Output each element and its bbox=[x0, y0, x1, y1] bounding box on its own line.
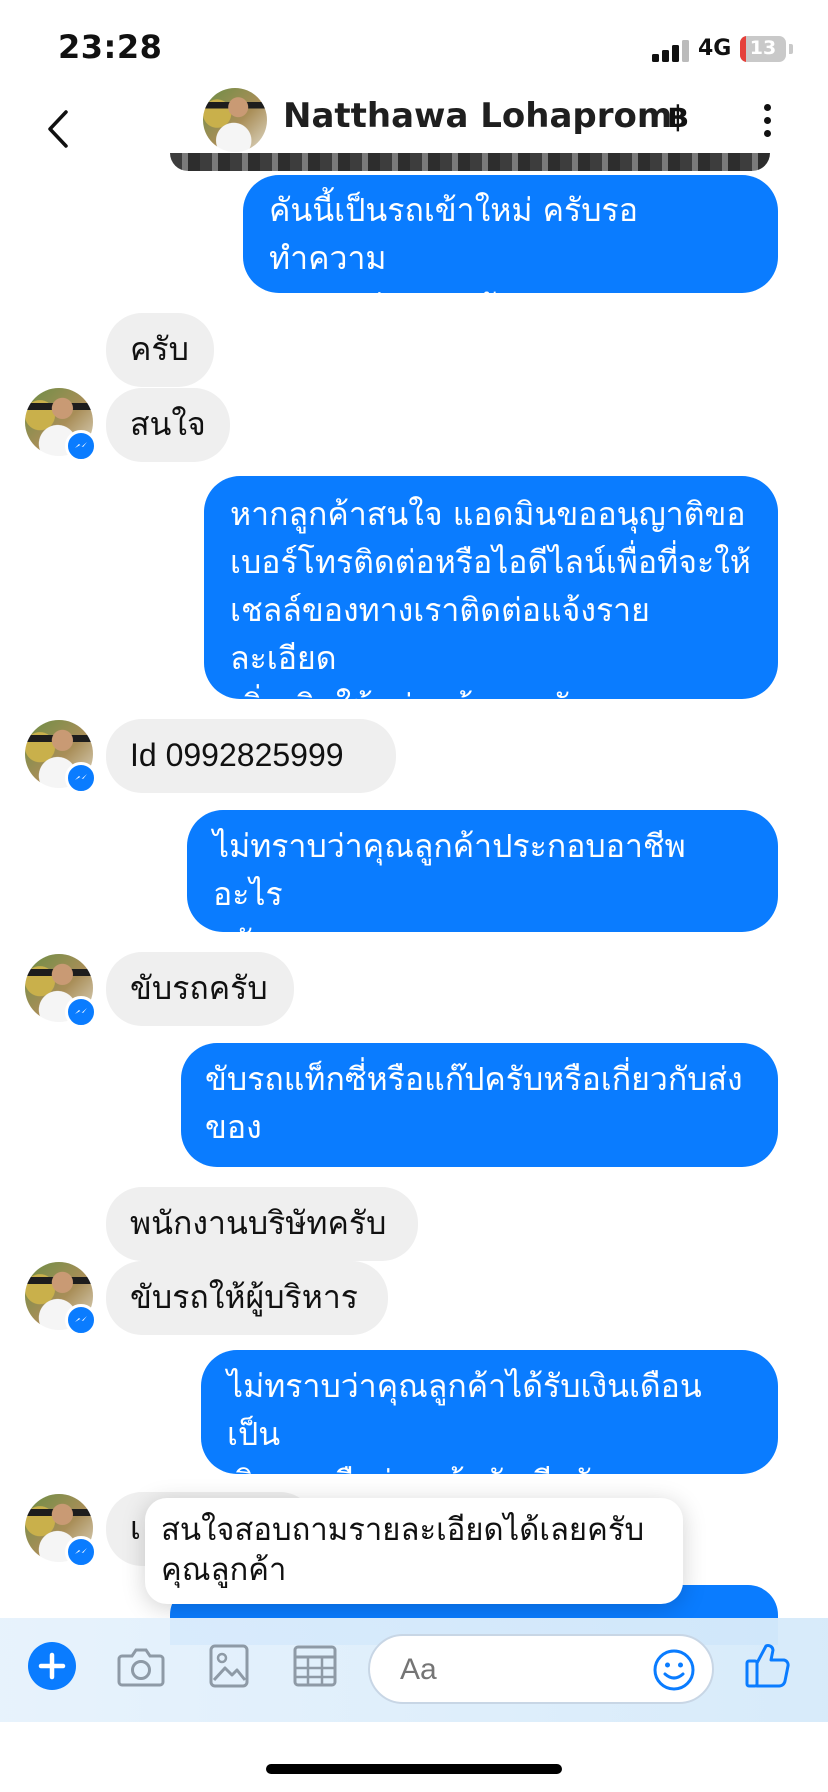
more-options-icon[interactable] bbox=[762, 104, 772, 138]
thumbs-up-icon[interactable] bbox=[744, 1640, 792, 1690]
messenger-badge-icon bbox=[65, 996, 97, 1028]
emoji-icon[interactable] bbox=[652, 1648, 696, 1692]
messenger-badge-icon bbox=[65, 762, 97, 794]
contact-name[interactable]: Natthawa Lohaprom bbox=[283, 96, 672, 136]
contact-avatar[interactable] bbox=[25, 388, 97, 462]
contact-avatar[interactable] bbox=[25, 1262, 97, 1336]
message-input-field[interactable] bbox=[368, 1634, 714, 1704]
battery-level: 13 bbox=[749, 37, 777, 59]
back-arrow-icon[interactable] bbox=[42, 104, 76, 154]
network-type: 4G bbox=[698, 36, 732, 61]
contact-avatar[interactable] bbox=[25, 720, 97, 794]
battery-icon: 13 bbox=[740, 36, 786, 62]
gallery-icon[interactable] bbox=[208, 1642, 250, 1690]
status-bar: 23:28 4G 13 bbox=[0, 0, 828, 88]
signal-strength-icon bbox=[652, 40, 690, 62]
message-input[interactable] bbox=[398, 1648, 652, 1692]
plus-icon[interactable] bbox=[28, 1642, 76, 1690]
message-bubble-incoming[interactable]: Id 0992825999 bbox=[106, 719, 396, 793]
message-bubble-outgoing[interactable]: คันนี้เป็นรถเข้าใหม่ ครับรอทำความ สะอาดถ… bbox=[243, 175, 778, 325]
message-bubble-outgoing[interactable]: หากลูกค้าสนใจ แอดมินขออนุญาติขอ เบอร์โทร… bbox=[204, 476, 778, 725]
status-time: 23:28 bbox=[58, 28, 163, 66]
home-indicator[interactable] bbox=[266, 1764, 562, 1774]
message-bubble-incoming[interactable]: ครับ bbox=[106, 313, 214, 387]
contact-avatar[interactable] bbox=[25, 954, 97, 1028]
message-bubble-outgoing[interactable]: ไม่ทราบว่าคุณลูกค้าได้รับเงินเดือนเป็น เ… bbox=[201, 1350, 778, 1501]
message-bubble-incoming[interactable]: พนักงานบริษัทครับ bbox=[106, 1187, 418, 1261]
contact-avatar[interactable] bbox=[203, 88, 267, 152]
messenger-badge-icon bbox=[65, 1304, 97, 1336]
messenger-badge-icon bbox=[65, 430, 97, 462]
message-bubble-outgoing[interactable]: ขับรถแท็กซี่หรือแก๊ปครับหรือเกี่ยวกับส่ง… bbox=[181, 1043, 778, 1167]
table-icon[interactable] bbox=[292, 1644, 338, 1688]
message-bubble-outgoing[interactable]: ไม่ทราบว่าคุณลูกค้าประกอบอาชีพอะไร ครับ bbox=[187, 810, 778, 961]
shared-photo-edge[interactable] bbox=[170, 153, 770, 171]
currency-icon[interactable]: ฿ bbox=[668, 100, 689, 135]
composer-bar bbox=[0, 1618, 828, 1722]
message-bubble-incoming[interactable]: สนใจ bbox=[106, 388, 230, 462]
message-bubble-incoming[interactable]: ขับรถครับ bbox=[106, 952, 294, 1026]
camera-icon[interactable] bbox=[116, 1644, 166, 1690]
quick-reply-suggestion[interactable]: สนใจสอบถามรายละเอียดได้เลยครับ คุณลูกค้า bbox=[145, 1498, 683, 1604]
message-bubble-incoming[interactable]: ขับรถให้ผู้บริหาร bbox=[106, 1261, 388, 1335]
contact-avatar[interactable] bbox=[25, 1494, 97, 1568]
battery-tip bbox=[789, 44, 793, 54]
messenger-badge-icon bbox=[65, 1536, 97, 1568]
